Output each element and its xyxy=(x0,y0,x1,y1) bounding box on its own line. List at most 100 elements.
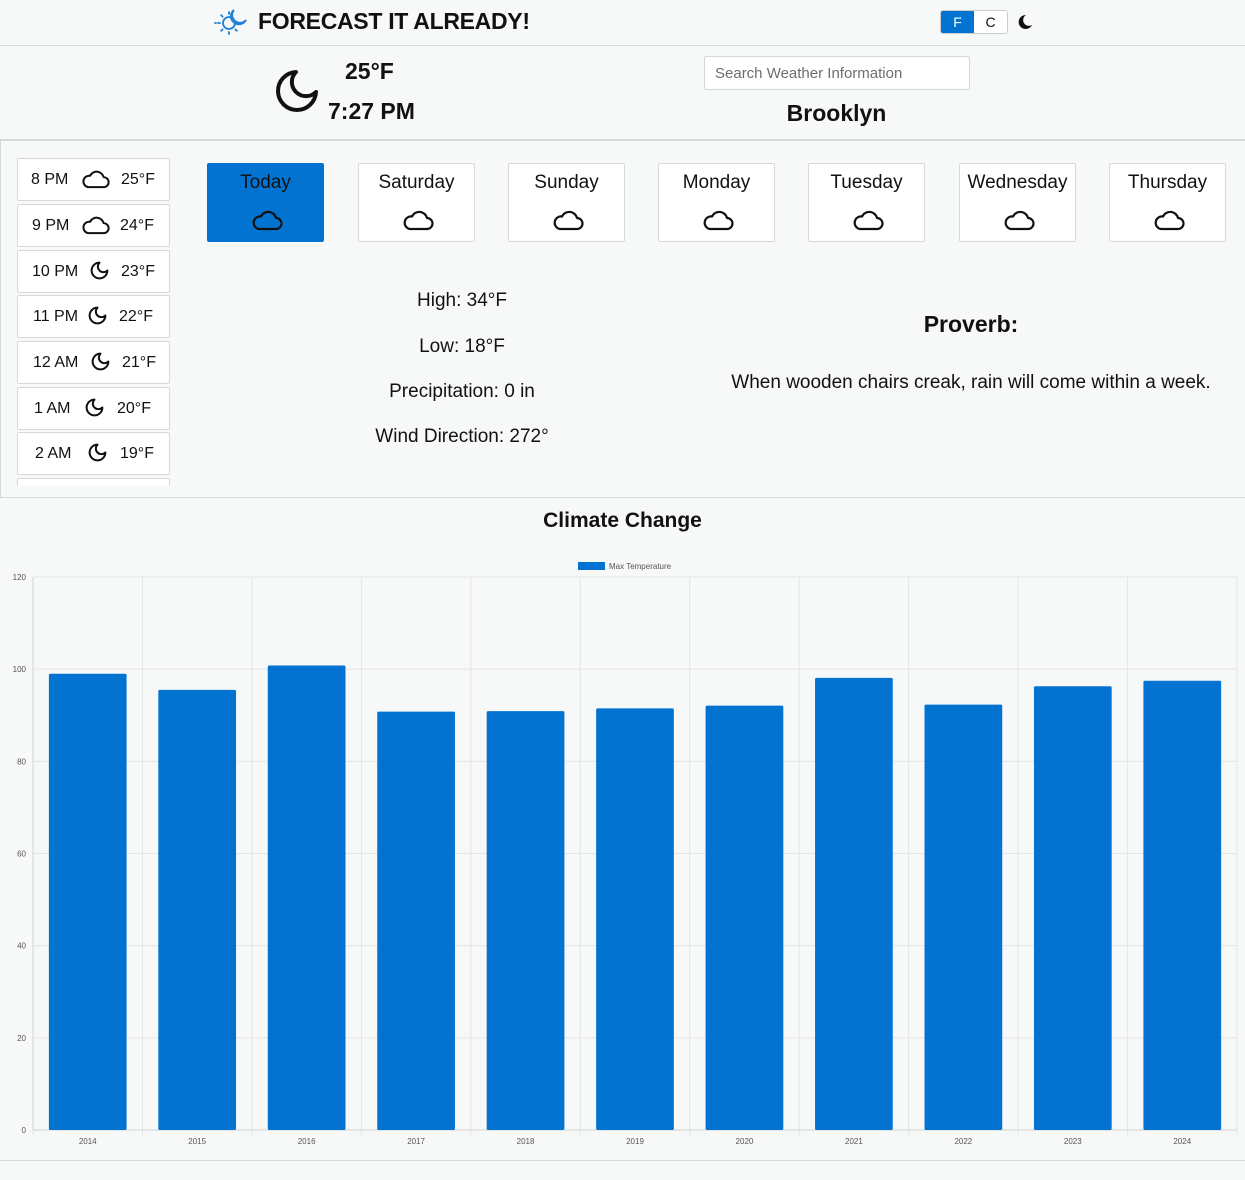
panel-divider xyxy=(0,141,1,497)
hour-time: 1 AM xyxy=(34,400,71,417)
y-tick-label: 100 xyxy=(13,665,27,674)
y-tick-label: 40 xyxy=(17,942,26,951)
high-temperature: High: 34°F xyxy=(417,290,507,311)
hourly-item: 10 PM 23°F xyxy=(17,250,170,293)
bar xyxy=(596,708,674,1130)
celsius-button[interactable]: C xyxy=(974,11,1007,33)
x-tick-label: 2016 xyxy=(298,1137,316,1146)
y-tick-label: 0 xyxy=(22,1126,27,1135)
hour-time: 10 PM xyxy=(32,263,79,280)
search-input[interactable] xyxy=(704,56,970,90)
precipitation: Precipitation: 0 in xyxy=(389,381,535,402)
x-tick-label: 2015 xyxy=(188,1137,206,1146)
hourly-item: 11 PM 22°F xyxy=(17,295,170,338)
current-temperature: 25°F xyxy=(345,58,394,84)
bar xyxy=(815,677,893,1130)
hourly-item xyxy=(17,478,170,486)
bar xyxy=(1033,686,1112,1130)
day-label: Saturday xyxy=(378,172,455,193)
tab-today[interactable]: Today xyxy=(207,163,324,242)
y-tick-label: 60 xyxy=(17,850,26,859)
cloud-icon xyxy=(552,208,584,232)
moon-icon xyxy=(87,305,108,326)
hourly-item: 9 PM 24°F xyxy=(17,204,170,247)
hour-temp: 24°F xyxy=(120,217,154,234)
tab-thursday[interactable]: Thursday xyxy=(1109,163,1226,242)
y-tick-label: 20 xyxy=(17,1034,26,1043)
unit-toggle: F C xyxy=(940,10,1008,34)
current-weather-panel xyxy=(0,46,1245,141)
hourly-forecast-list[interactable]: 8 PM 25°F 9 PM 24°F 10 PM 23°F 11 PM 22°… xyxy=(17,158,170,486)
hour-temp: 20°F xyxy=(117,400,151,417)
bar xyxy=(377,711,455,1130)
x-tick-label: 2014 xyxy=(79,1137,97,1146)
wind-direction: Wind Direction: 272° xyxy=(375,426,549,447)
moon-icon[interactable] xyxy=(1014,11,1036,33)
moon-icon xyxy=(84,397,105,418)
cloud-icon xyxy=(81,168,110,190)
cloud-icon xyxy=(1153,208,1185,232)
hour-temp: 25°F xyxy=(121,171,155,188)
climate-chart: 0 20 40 60 80 100 120 2014 2015 2016 2017 2018 2019 2… xyxy=(13,562,1238,1146)
tab-sunday[interactable]: Sunday xyxy=(508,163,625,242)
hourly-item: 12 AM 21°F xyxy=(17,341,170,384)
moon-icon xyxy=(276,70,318,112)
cloud-icon xyxy=(81,214,110,236)
legend-swatch xyxy=(578,562,605,570)
bar xyxy=(48,673,127,1130)
bar xyxy=(924,704,1003,1130)
hour-temp: 21°F xyxy=(122,354,156,371)
cloud-icon xyxy=(402,208,434,232)
day-label: Monday xyxy=(682,172,751,193)
hour-time: 2 AM xyxy=(35,445,72,462)
x-tick-label: 2023 xyxy=(1064,1137,1082,1146)
moon-icon xyxy=(87,442,108,463)
x-tick-label: 2020 xyxy=(736,1137,754,1146)
x-tick-label: 2022 xyxy=(954,1137,972,1146)
sun-moon-icon xyxy=(214,9,247,35)
section-divider xyxy=(0,497,1245,498)
proverb-text: When wooden chairs creak, rain will come… xyxy=(731,372,1211,393)
day-label: Wednesday xyxy=(967,172,1068,193)
y-tick-label: 120 xyxy=(13,573,27,582)
hour-time: 9 PM xyxy=(32,217,70,234)
day-label: Tuesday xyxy=(830,172,903,193)
moon-icon xyxy=(89,260,110,281)
bar xyxy=(486,711,565,1130)
hourly-item: 1 AM 20°F xyxy=(17,387,170,430)
hour-temp: 22°F xyxy=(119,308,153,325)
proverb-title: Proverb: xyxy=(923,311,1019,337)
current-time: 7:27 PM xyxy=(328,98,415,124)
hourly-item: 8 PM 25°F xyxy=(17,158,170,201)
cloud-icon xyxy=(1003,208,1035,232)
x-tick-label: 2024 xyxy=(1173,1137,1191,1146)
day-label: Today xyxy=(240,172,291,193)
hourly-item: 2 AM 19°F xyxy=(17,432,170,475)
tab-saturday[interactable]: Saturday xyxy=(358,163,475,242)
chart-title: Climate Change xyxy=(543,509,702,532)
app-title: FORECAST IT ALREADY! xyxy=(258,8,530,34)
x-tick-label: 2021 xyxy=(845,1137,863,1146)
fahrenheit-button[interactable]: F xyxy=(941,11,974,33)
day-label: Sunday xyxy=(534,172,599,193)
cloud-icon xyxy=(251,208,283,232)
x-tick-label: 2017 xyxy=(407,1137,425,1146)
tab-monday[interactable]: Monday xyxy=(658,163,775,242)
low-temperature: Low: 18°F xyxy=(419,336,505,357)
moon-icon xyxy=(90,351,111,372)
bar xyxy=(158,689,237,1130)
bar xyxy=(1143,680,1222,1130)
x-tick-label: 2019 xyxy=(626,1137,644,1146)
tab-tuesday[interactable]: Tuesday xyxy=(808,163,925,242)
hour-temp: 19°F xyxy=(120,445,154,462)
city-name: Brooklyn xyxy=(786,100,887,126)
hour-time: 8 PM xyxy=(31,171,69,188)
y-tick-label: 80 xyxy=(17,757,26,766)
tab-wednesday[interactable]: Wednesday xyxy=(959,163,1076,242)
top-bar: FORECAST IT ALREADY! F C xyxy=(0,0,1245,46)
hour-time: 12 AM xyxy=(33,354,79,371)
day-label: Thursday xyxy=(1127,172,1208,193)
hour-time: 11 PM xyxy=(33,308,79,325)
bar xyxy=(267,665,346,1130)
legend-label: Max Temperature xyxy=(609,562,672,571)
